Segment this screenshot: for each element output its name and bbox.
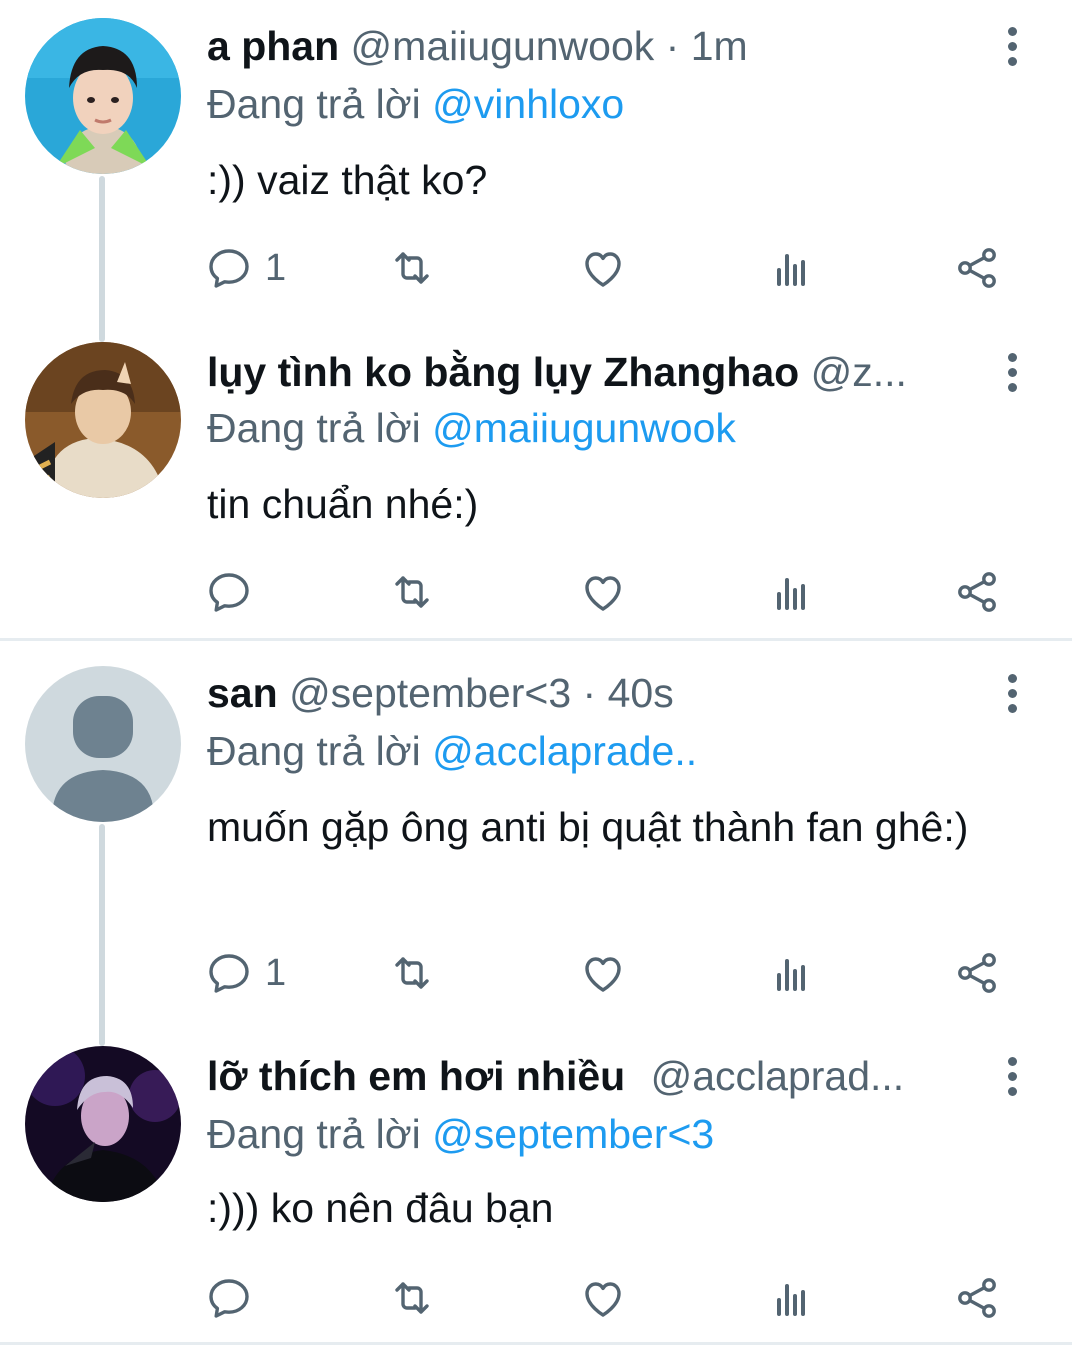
share-icon [958,248,996,288]
user-handle[interactable]: @z... [811,349,907,395]
tweet-text: :)) vaiz thật ko? [207,157,488,203]
replying-to-label: Đang trả lời [207,81,421,127]
timestamp[interactable]: 1m [691,23,748,69]
avatar-photo [25,18,181,174]
display-name[interactable]: a phan [207,23,339,69]
retweet-icon [395,576,429,608]
tweet-header: a phan @maiiugunwook · 1m [207,20,1002,72]
reply-icon [209,249,249,288]
more-vertical-icon [1007,673,1017,683]
like-button[interactable] [579,240,627,296]
share-icon [958,572,996,612]
avatar[interactable] [25,18,181,174]
avatar[interactable] [25,1046,181,1202]
avatar-photo [25,342,181,498]
retweet-button[interactable] [388,945,436,1001]
action-bar: 1 [205,240,1005,296]
heart-icon [585,1282,621,1317]
analytics-icon [777,254,805,286]
analytics-icon [777,1284,805,1316]
user-handle[interactable]: @maiiugunwook [351,23,655,69]
replying-to: Đang trả lời @acclaprade.. [207,725,697,777]
replying-to-label: Đang trả lời [207,1111,421,1157]
action-bar [205,1270,1005,1326]
tweet-text: tin chuẩn nhé:) [207,481,479,527]
reply-button[interactable]: 1 [205,240,286,296]
mention-link[interactable]: @acclaprade.. [432,728,697,774]
more-vertical-icon [1007,352,1017,362]
views-button[interactable] [767,1270,815,1326]
more-vertical-icon [1007,26,1017,36]
avatar[interactable] [25,342,181,498]
retweet-icon [395,1282,429,1314]
reply-button[interactable] [205,1270,265,1326]
tweet[interactable]: a phan @maiiugunwook · 1m Đang trả lời @… [0,0,1072,330]
views-button[interactable] [767,240,815,296]
reply-button[interactable]: 1 [205,945,286,1001]
share-button[interactable] [953,240,1001,296]
more-options-button[interactable] [992,663,1032,723]
display-name[interactable]: lỡ thích em hơi nhiều [207,1053,625,1099]
action-bar [205,564,1005,620]
user-handle[interactable]: @september<3 [289,670,571,716]
tweet-header: san @september<3 · 40s [207,667,1002,719]
share-icon [958,953,996,993]
more-options-button[interactable] [992,342,1032,402]
tweet-header: lỡ thích em hơi nhiều @acclaprad... [207,1050,1002,1102]
like-button[interactable] [579,945,627,1001]
tweet[interactable]: lụy tình ko bằng lụy Zhanghao @z... Đang… [0,330,1072,638]
replying-to: Đang trả lời @september<3 [207,1108,714,1160]
reply-button[interactable] [205,564,265,620]
more-options-button[interactable] [992,16,1032,76]
default-avatar-icon [25,666,181,822]
action-bar: 1 [205,945,1005,1001]
share-icon [958,1278,996,1318]
retweet-icon [395,957,429,989]
tweet-text: muốn gặp ông anti bị quật thành fan ghê:… [207,804,969,850]
retweet-button[interactable] [388,564,436,620]
tweet[interactable]: san @september<3 · 40s Đang trả lời @acc… [0,641,1072,1026]
replying-to-label: Đang trả lời [207,405,421,451]
tweet-text: :))) ko nên đâu bạn [207,1185,554,1231]
views-button[interactable] [767,564,815,620]
bottom-divider [0,1342,1072,1345]
retweet-icon [395,252,429,284]
reply-icon [209,1279,249,1318]
retweet-button[interactable] [388,1270,436,1326]
share-button[interactable] [953,564,1001,620]
reply-count: 1 [265,951,287,994]
like-button[interactable] [579,1270,627,1326]
replying-to: Đang trả lời @maiiugunwook [207,402,736,454]
heart-icon [585,576,621,611]
mention-link[interactable]: @vinhloxo [432,81,624,127]
user-handle[interactable]: @acclaprad... [651,1053,905,1099]
display-name[interactable]: san [207,670,278,716]
tweet[interactable]: lỡ thích em hơi nhiều @acclaprad... Đang… [0,1026,1072,1340]
replying-to-label: Đang trả lời [207,728,421,774]
share-button[interactable] [953,945,1001,1001]
more-vertical-icon [1007,1056,1017,1066]
more-options-button[interactable] [992,1046,1032,1106]
heart-icon [585,957,621,992]
heart-icon [585,252,621,287]
analytics-icon [777,578,805,610]
views-button[interactable] [767,945,815,1001]
mention-link[interactable]: @maiiugunwook [432,405,736,451]
analytics-icon [777,959,805,991]
like-button[interactable] [579,564,627,620]
separator: · [582,670,597,716]
reply-icon [209,954,249,993]
tweet-header: lụy tình ko bằng lụy Zhanghao @z... [207,346,1002,398]
avatar-photo [25,1046,181,1202]
retweet-button[interactable] [388,240,436,296]
reply-count: 1 [265,246,287,289]
replying-to: Đang trả lời @vinhloxo [207,78,624,130]
mention-link[interactable]: @september<3 [432,1111,714,1157]
display-name[interactable]: lụy tình ko bằng lụy Zhanghao [207,349,799,395]
timestamp[interactable]: 40s [608,670,674,716]
share-button[interactable] [953,1270,1001,1326]
reply-icon [209,573,249,612]
avatar[interactable] [25,666,181,822]
separator: · [665,23,680,69]
